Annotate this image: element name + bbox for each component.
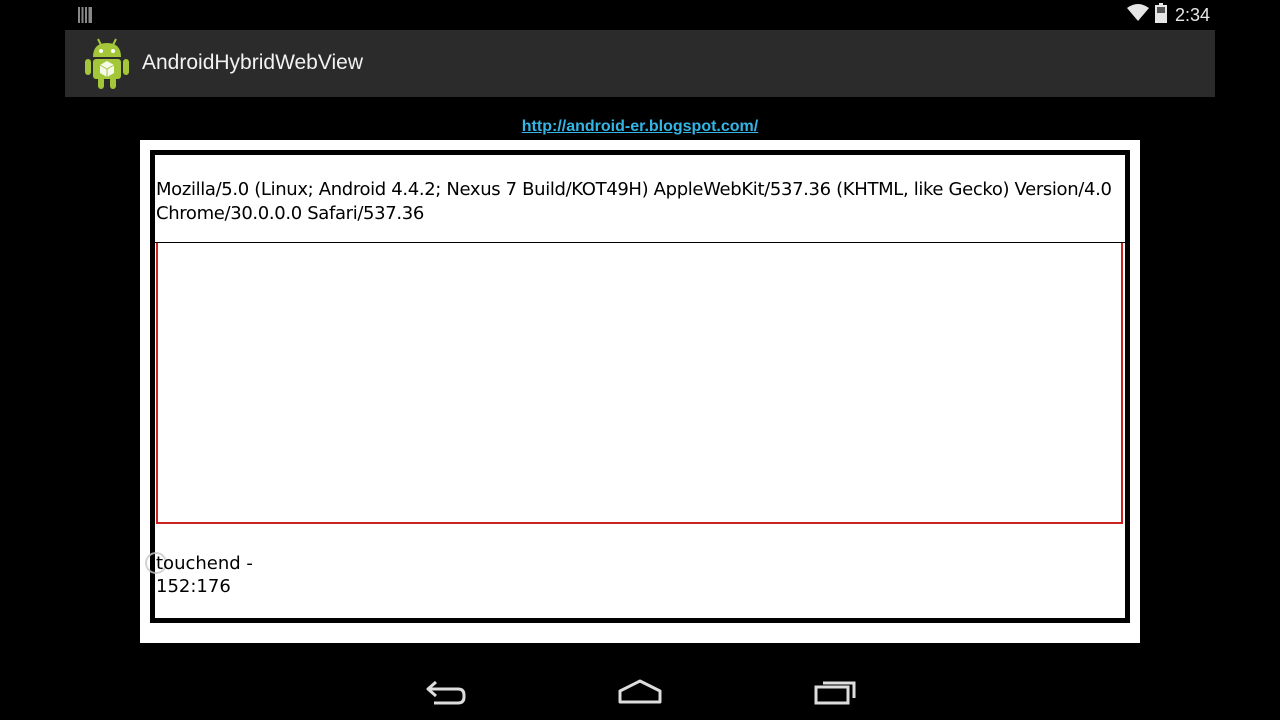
content-frame: Mozilla/5.0 (Linux; Android 4.4.2; Nexus…: [145, 150, 1130, 623]
notification-icon: [78, 7, 92, 28]
status-icons: 2:34: [1126, 2, 1210, 28]
nav-bar: [0, 660, 1280, 720]
battery-icon: [1154, 2, 1167, 28]
back-icon[interactable]: [424, 678, 468, 713]
webview: Mozilla/5.0 (Linux; Android 4.4.2; Nexus…: [140, 140, 1140, 643]
touch-canvas[interactable]: [156, 243, 1123, 524]
blog-link[interactable]: http://android-er.blogspot.com/: [0, 118, 1280, 136]
home-icon[interactable]: [617, 678, 663, 713]
touch-event-text: touchend - 152:176: [156, 552, 253, 598]
user-agent-text: Mozilla/5.0 (Linux; Android 4.4.2; Nexus…: [156, 178, 1121, 226]
user-agent-line-2: Chrome/30.0.0.0 Safari/537.36: [156, 203, 424, 224]
touch-event-type: touchend -: [156, 553, 253, 574]
android-robot-icon[interactable]: [84, 37, 130, 94]
clock: 2:34: [1174, 4, 1210, 25]
app-title: AndroidHybridWebView: [142, 51, 364, 74]
touch-event-coords: 152:176: [156, 576, 231, 597]
recents-icon[interactable]: [813, 678, 859, 713]
status-bar: 2:34: [0, 0, 1280, 30]
wifi-icon: [1126, 3, 1149, 27]
user-agent-line-1: Mozilla/5.0 (Linux; Android 4.4.2; Nexus…: [156, 179, 1112, 200]
action-bar: AndroidHybridWebView: [65, 30, 1215, 97]
